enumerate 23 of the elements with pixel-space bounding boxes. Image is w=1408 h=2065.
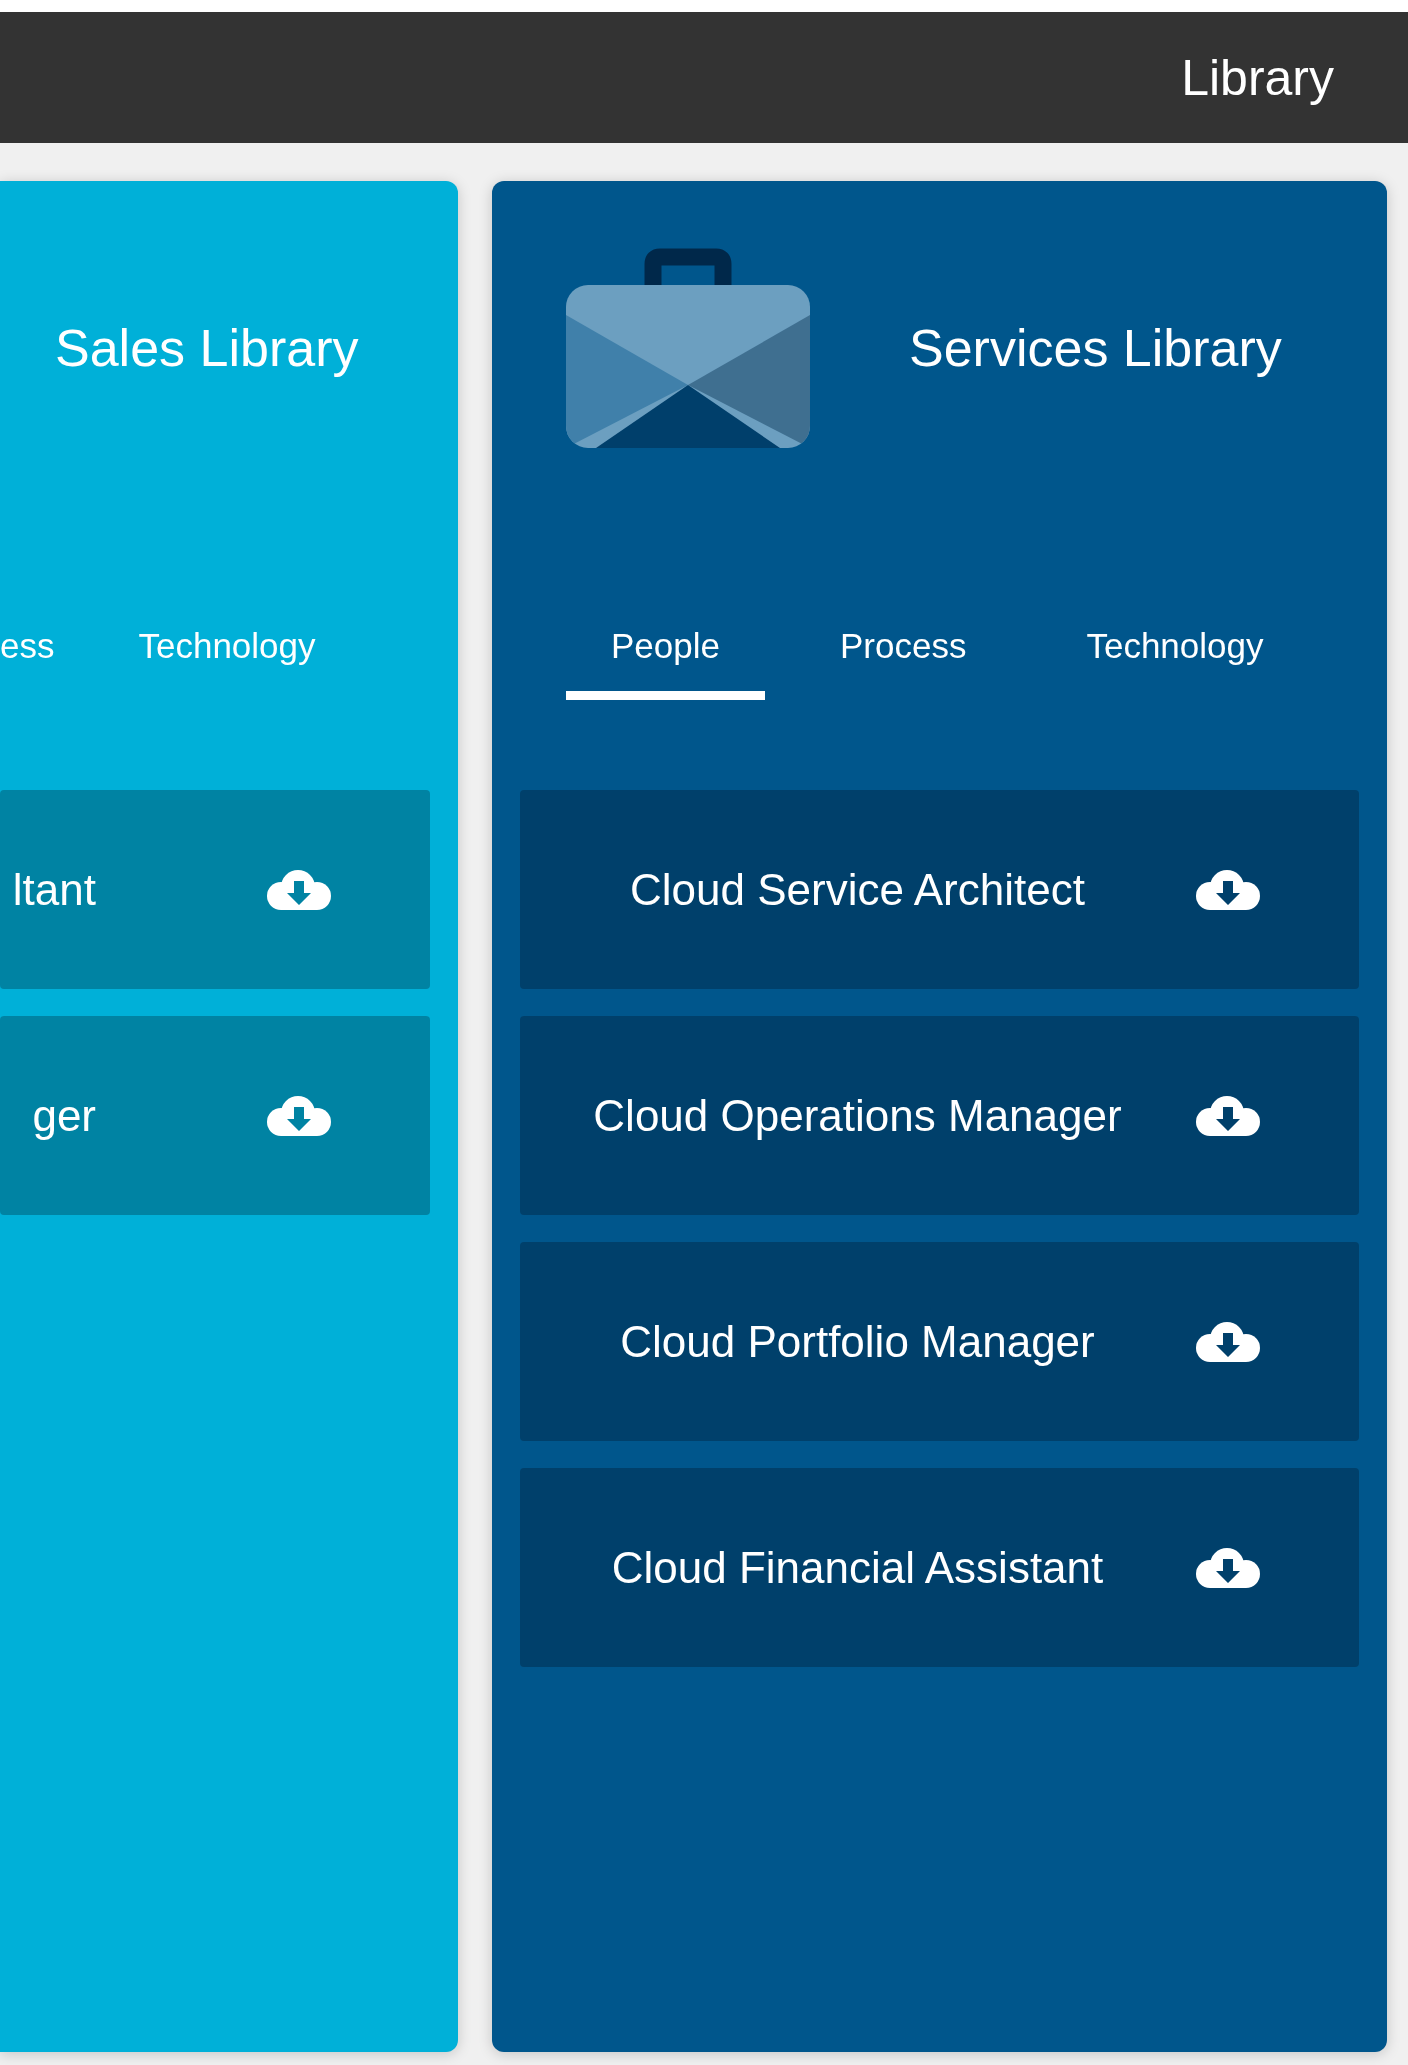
library-item[interactable]: Cloud Financial Assistant bbox=[520, 1468, 1359, 1667]
cloud-download-icon[interactable] bbox=[1195, 868, 1261, 911]
tab[interactable]: Process bbox=[795, 600, 1012, 700]
library-title: Sales Library bbox=[55, 318, 359, 378]
library-item[interactable]: Cloud Operations Manager bbox=[520, 1016, 1359, 1215]
tab[interactable]: People bbox=[566, 600, 765, 700]
briefcase-icon bbox=[566, 248, 810, 448]
library-item[interactable]: Cloud Service Architect bbox=[520, 790, 1359, 989]
item-label: ltant bbox=[11, 864, 97, 915]
cloud-download-icon[interactable] bbox=[1195, 1094, 1261, 1137]
item-label: Cloud Financial Assistant bbox=[610, 1542, 1105, 1593]
library-item[interactable]: ger bbox=[0, 1016, 430, 1215]
cloud-download-icon[interactable] bbox=[1195, 1320, 1261, 1363]
tab[interactable]: Technology bbox=[1041, 600, 1309, 700]
item-label: ger bbox=[31, 1090, 97, 1141]
cloud-download-icon[interactable] bbox=[1195, 1546, 1261, 1589]
library-item[interactable]: Cloud Portfolio Manager bbox=[520, 1242, 1359, 1441]
library-item[interactable]: ltant bbox=[0, 790, 430, 989]
item-label: Cloud Portfolio Manager bbox=[619, 1316, 1096, 1367]
item-label: Cloud Operations Manager bbox=[592, 1090, 1123, 1141]
item-label: Cloud Service Architect bbox=[629, 864, 1086, 915]
library-title: Services Library bbox=[909, 318, 1282, 378]
app-title: Library bbox=[1181, 48, 1334, 107]
